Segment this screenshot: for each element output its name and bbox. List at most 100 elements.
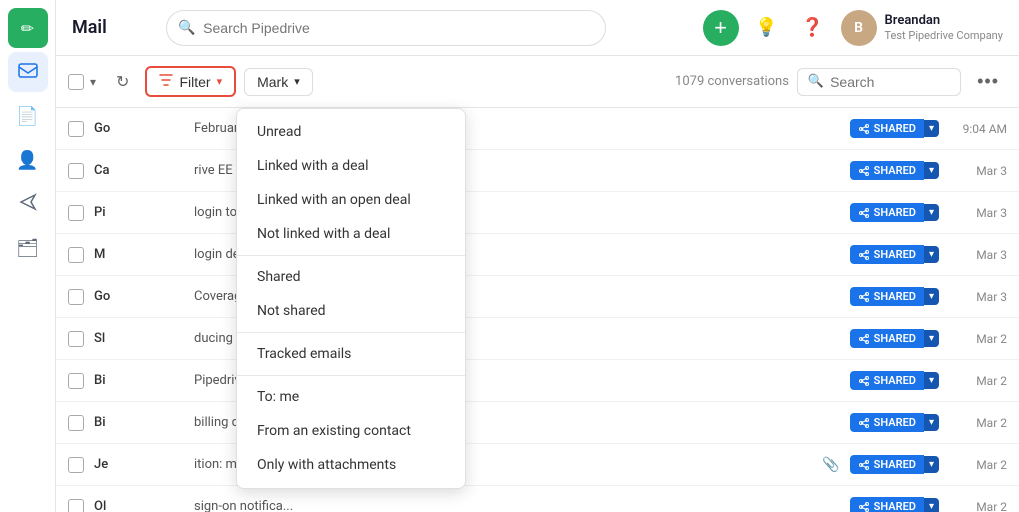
email-time: Mar 3 [949,290,1007,304]
email-checkbox[interactable] [68,247,84,263]
mail-search-icon: 🔍 [808,74,824,89]
filter-option-linked-deal[interactable]: Linked with a deal [237,149,465,183]
email-row[interactable]: Sl ducing the Slac... SHARED ▾ Mar 2 [56,318,1019,360]
toolbar: ▾ ↻ Filter ▾ Mark ▾ 1079 conversations 🔍… [56,56,1019,108]
shared-icon [858,123,870,135]
shared-icon [858,501,870,512]
shared-dropdown-btn[interactable]: ▾ [924,456,939,473]
mail-search-box: 🔍 [797,68,961,96]
add-button[interactable]: + [703,10,739,46]
email-row[interactable]: Pi login to Pipedri... SHARED ▾ Mar 3 [56,192,1019,234]
email-row[interactable]: Ca rive EE + Ampli... SHARED ▾ Mar 3 [56,150,1019,192]
email-checkbox[interactable] [68,163,84,179]
user-avatar-area[interactable]: B Breandan Test Pipedrive Company [841,10,1003,46]
email-checkbox[interactable] [68,499,84,512]
mail-icon [18,60,38,84]
filter-option-with-attachments[interactable]: Only with attachments [237,448,465,482]
shared-icon [858,459,870,471]
email-checkbox[interactable] [68,331,84,347]
shared-dropdown-btn[interactable]: ▾ [924,162,939,179]
shared-badge-label: SHARED [850,203,924,222]
docs-icon: 📄 [16,106,38,127]
archive-icon: 🗂 [16,238,39,259]
global-search-input[interactable] [166,10,606,46]
email-checkbox[interactable] [68,373,84,389]
email-checkbox[interactable] [68,457,84,473]
sidebar-item-docs[interactable]: 📄 [8,96,48,136]
email-sender: Pi [94,205,184,220]
sidebar-item-archive[interactable]: 🗂 [8,228,48,268]
filter-option-existing-contact[interactable]: From an existing contact [237,414,465,448]
filter-option-tracked[interactable]: Tracked emails [237,337,465,371]
email-time: Mar 3 [949,164,1007,178]
select-chevron[interactable]: ▾ [86,73,100,91]
email-list: Go February Searc... SHARED ▾ 9:04 AM Ca [56,108,1019,512]
email-row[interactable]: Ol sign-on notifica... SHARED ▾ Mar 2 [56,486,1019,512]
bulb-button[interactable]: 💡 [749,10,785,46]
email-sender: Je [94,457,184,472]
email-checkbox[interactable] [68,121,84,137]
shared-dropdown-btn[interactable]: ▾ [924,246,939,263]
shared-dropdown-btn[interactable]: ▾ [924,498,939,512]
email-row[interactable]: M login detailsH... SHARED ▾ Mar 3 [56,234,1019,276]
email-checkbox[interactable] [68,205,84,221]
help-button[interactable]: ❓ [795,10,831,46]
shared-badge-label: SHARED [850,161,924,180]
filter-option-to-me[interactable]: To: me [237,380,465,414]
shared-dropdown-btn[interactable]: ▾ [924,204,939,221]
filter-button[interactable]: Filter ▾ [145,66,236,97]
conversations-count: 1079 conversations [675,74,789,89]
refresh-button[interactable]: ↻ [108,68,137,96]
sidebar-item-contacts[interactable]: 👤 [8,140,48,180]
shared-badge: SHARED ▾ [850,497,939,512]
shared-icon [858,333,870,345]
filter-option-shared[interactable]: Shared [237,260,465,294]
filter-option-linked-open-deal[interactable]: Linked with an open deal [237,183,465,217]
email-row[interactable]: Je ition: mission r... 📎 SHARED ▾ Mar 2 [56,444,1019,486]
shared-badge: SHARED ▾ [850,203,939,222]
more-options-button[interactable]: ••• [969,67,1007,96]
contacts-icon: 👤 [16,150,38,171]
email-sender: Ol [94,499,184,512]
shared-icon [858,291,870,303]
shared-badge-label: SHARED [850,329,924,348]
shared-dropdown-btn[interactable]: ▾ [924,288,939,305]
shared-badge-label: SHARED [850,287,924,306]
email-sender: Go [94,289,184,304]
email-sender: Go [94,121,184,136]
shared-badge-label: SHARED [850,497,924,512]
email-subject: sign-on notifica... [194,499,840,512]
shared-badge: SHARED ▾ [850,245,939,264]
shared-dropdown-btn[interactable]: ▾ [924,414,939,431]
page-title: Mail [72,17,112,38]
email-time: Mar 3 [949,206,1007,220]
shared-badge-label: SHARED [850,371,924,390]
compose-btn[interactable]: ✏ [8,8,48,48]
filter-option-not-shared[interactable]: Not shared [237,294,465,328]
filter-option-not-linked-deal[interactable]: Not linked with a deal [237,217,465,251]
mail-search-input[interactable] [830,74,950,90]
email-sender: Ca [94,163,184,178]
filter-option-unread[interactable]: Unread [237,115,465,149]
email-checkbox[interactable] [68,415,84,431]
sidebar-item-mail[interactable] [8,52,48,92]
email-row[interactable]: Go February Searc... SHARED ▾ 9:04 AM [56,108,1019,150]
dropdown-divider [237,332,465,333]
shared-dropdown-btn[interactable]: ▾ [924,120,939,137]
select-all-checkbox[interactable] [68,74,84,90]
email-time: Mar 2 [949,374,1007,388]
email-checkbox[interactable] [68,289,84,305]
shared-badge: SHARED ▾ [850,119,939,138]
top-header: Mail 🔍 + 💡 ❓ B Breandan Test Pipedrive C… [56,0,1019,56]
email-row[interactable]: Bi billing details h... SHARED ▾ Mar 2 [56,402,1019,444]
email-sender: Bi [94,415,184,430]
shared-dropdown-btn[interactable]: ▾ [924,372,939,389]
shared-dropdown-btn[interactable]: ▾ [924,330,939,347]
mark-button[interactable]: Mark ▾ [244,68,313,96]
email-sender: Sl [94,331,184,346]
sidebar-item-send[interactable] [8,184,48,224]
shared-badge: SHARED ▾ [850,161,939,180]
email-row[interactable]: Go Coverage issues... SHARED ▾ Mar 3 [56,276,1019,318]
email-row[interactable]: Bi Pipedrive subsc... SHARED ▾ Mar 2 [56,360,1019,402]
email-time: 9:04 AM [949,122,1007,136]
